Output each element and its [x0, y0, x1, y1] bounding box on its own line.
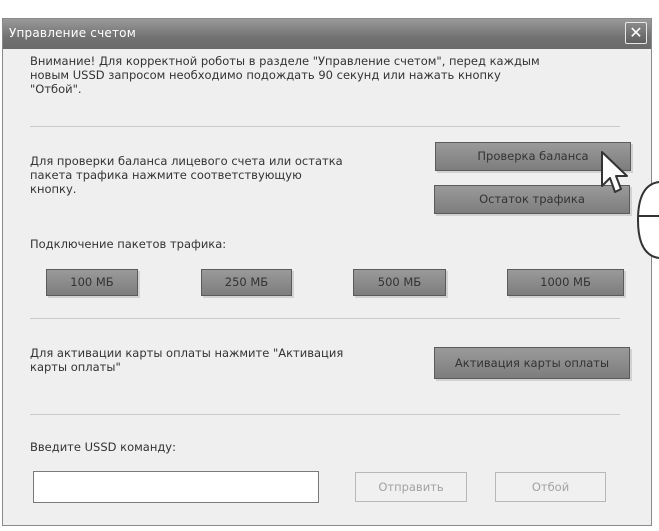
title-bar[interactable]: Управление счетом ✕ [3, 19, 651, 49]
close-icon: ✕ [629, 23, 643, 42]
separator [30, 318, 620, 319]
balance-text-line-3: кнопку. [30, 182, 77, 196]
notice-text-line-1: Внимание! Для корректной роботы в раздел… [30, 54, 540, 68]
package-250mb-button[interactable]: 250 МБ [201, 269, 292, 296]
close-button[interactable]: ✕ [625, 22, 647, 44]
separator [30, 126, 620, 127]
package-500mb-button[interactable]: 500 МБ [353, 269, 446, 296]
ussd-label: Введите USSD команду: [30, 440, 176, 454]
activation-text-line-1: Для активации карты оплаты нажмите "Акти… [30, 346, 344, 360]
window-title: Управление счетом [9, 26, 136, 40]
package-100mb-button[interactable]: 100 МБ [46, 269, 138, 296]
package-1000mb-button[interactable]: 1000 МБ [507, 269, 624, 296]
traffic-heading: Подключение пакетов трафика: [30, 237, 227, 251]
activation-text-line-2: карты оплаты" [30, 360, 121, 374]
activate-payment-card-button[interactable]: Активация карты оплаты [434, 347, 630, 379]
cancel-button[interactable]: Отбой [495, 472, 606, 502]
send-button[interactable]: Отправить [355, 472, 467, 502]
ussd-command-input[interactable] [33, 471, 319, 503]
balance-text-line-2: пакета трафика нажмите соответствующую [30, 168, 302, 182]
notice-text-line-3: "Отбой". [30, 82, 82, 96]
mouse-pointer-icon [601, 151, 628, 193]
separator [30, 414, 620, 415]
computer-mouse-icon [636, 181, 659, 259]
notice-text-line-2: новым USSD запросом необходимо подождать… [30, 68, 501, 82]
balance-text-line-1: Для проверки баланса лицевого счета или … [30, 154, 343, 168]
